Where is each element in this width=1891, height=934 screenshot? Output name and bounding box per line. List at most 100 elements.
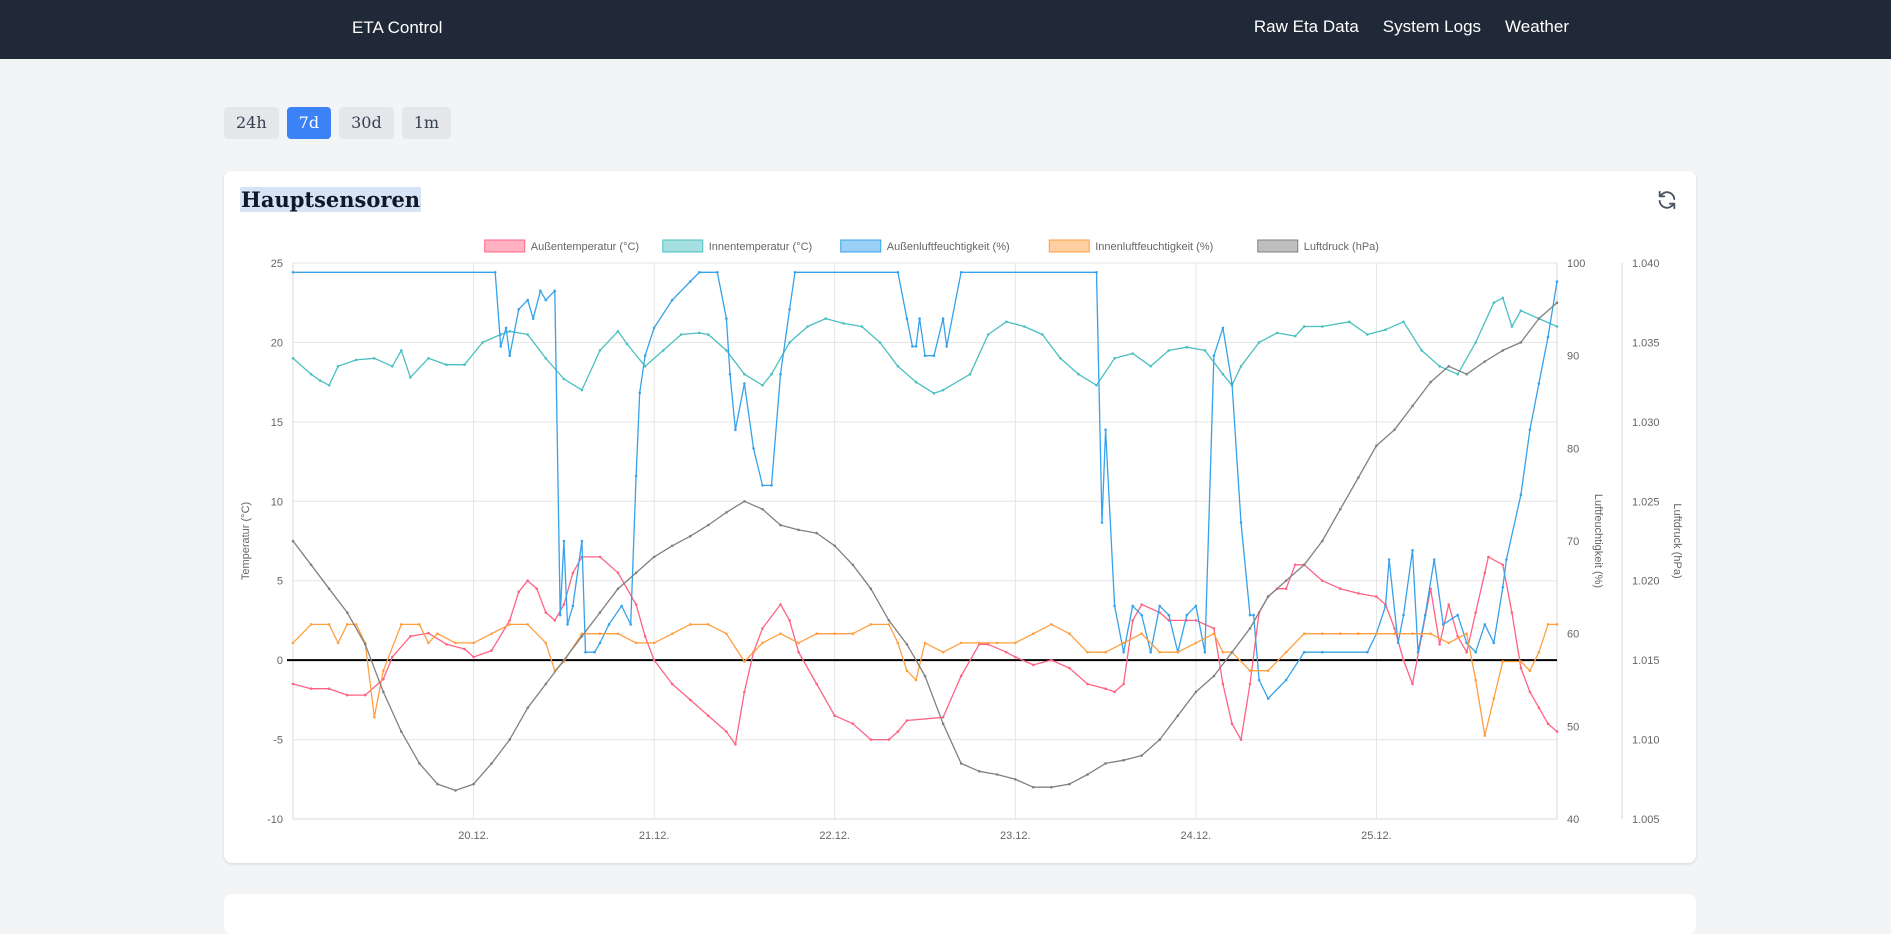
- refresh-icon[interactable]: [1656, 189, 1678, 211]
- data-point: [851, 632, 855, 635]
- data-point: [896, 641, 900, 645]
- nav-link-system-logs[interactable]: System Logs: [1383, 17, 1481, 37]
- data-point: [670, 682, 674, 686]
- data-point: [652, 658, 656, 662]
- data-point: [1465, 372, 1468, 376]
- data-point: [373, 715, 376, 719]
- data-point: [391, 365, 394, 368]
- data-point: [914, 678, 918, 682]
- data-point: [679, 333, 683, 336]
- data-point: [409, 635, 412, 638]
- data-point: [526, 298, 529, 302]
- data-point: [1321, 325, 1324, 328]
- data-point: [1537, 317, 1541, 320]
- data-point: [945, 345, 948, 348]
- data-point: [941, 716, 945, 719]
- data-point: [1432, 558, 1436, 561]
- data-point: [1546, 623, 1550, 626]
- data-point: [562, 658, 566, 662]
- data-point: [1252, 613, 1255, 617]
- x-tick-label: 23.12.: [1000, 830, 1031, 842]
- y-pressure-tick-label: 1.010: [1632, 735, 1660, 747]
- data-point: [327, 384, 331, 387]
- data-point: [869, 587, 873, 590]
- data-point: [1339, 632, 1342, 635]
- data-point: [1212, 674, 1216, 678]
- data-point: [580, 539, 584, 543]
- data-point: [1131, 619, 1134, 622]
- data-point: [1122, 682, 1125, 686]
- data-point: [598, 555, 602, 559]
- data-point: [932, 354, 936, 357]
- data-point: [941, 388, 945, 392]
- y-pressure-tick-label: 1.040: [1632, 258, 1660, 270]
- y-pressure-tick-label: 1.005: [1632, 814, 1660, 826]
- data-point: [382, 669, 385, 672]
- data-point: [1429, 632, 1432, 635]
- data-point: [1005, 320, 1008, 324]
- data-point: [562, 603, 566, 606]
- data-point: [1113, 357, 1116, 360]
- data-point: [1239, 365, 1243, 368]
- data-point: [526, 333, 529, 336]
- data-point: [291, 682, 295, 686]
- data-point: [427, 641, 430, 645]
- range-button-30d[interactable]: 30d: [339, 107, 394, 139]
- data-point: [716, 271, 719, 274]
- data-point: [1032, 632, 1035, 635]
- range-button-7d[interactable]: 7d: [286, 107, 332, 139]
- data-point: [707, 714, 710, 717]
- data-point: [779, 632, 782, 635]
- nav-link-weather[interactable]: Weather: [1505, 17, 1569, 37]
- data-point: [1041, 333, 1044, 336]
- data-point: [584, 650, 587, 654]
- data-point: [797, 650, 800, 654]
- data-point: [1185, 613, 1189, 617]
- data-point: [1510, 611, 1514, 614]
- legend-label: Innenluftfeuchtigkeit (%): [1095, 241, 1213, 253]
- data-point: [797, 641, 800, 645]
- data-point: [544, 641, 548, 645]
- data-point: [689, 534, 692, 538]
- data-point: [959, 271, 963, 274]
- data-point: [1474, 341, 1477, 344]
- data-point: [1447, 365, 1450, 368]
- data-point: [977, 770, 981, 773]
- data-point: [1375, 444, 1378, 448]
- data-point: [436, 782, 439, 786]
- data-point: [1230, 722, 1234, 725]
- data-point: [1528, 428, 1532, 432]
- data-point: [707, 523, 710, 527]
- data-point: [643, 354, 647, 357]
- data-point: [436, 632, 439, 635]
- data-point: [499, 345, 503, 348]
- range-button-1m[interactable]: 1m: [401, 107, 452, 139]
- data-point: [1248, 627, 1252, 630]
- data-point: [634, 641, 638, 645]
- data-point: [634, 571, 638, 575]
- data-point: [1402, 658, 1405, 662]
- data-point: [652, 555, 656, 559]
- data-point: [345, 693, 349, 697]
- data-point: [1387, 558, 1391, 561]
- range-button-24h[interactable]: 24h: [224, 107, 279, 139]
- data-point: [625, 342, 629, 346]
- data-point: [327, 587, 331, 590]
- legend-swatch: [484, 239, 526, 253]
- x-tick-label: 20.12.: [458, 830, 489, 842]
- data-point: [770, 372, 773, 376]
- data-point: [1104, 428, 1107, 432]
- series-line: [293, 271, 1558, 700]
- nav-link-raw-eta-data[interactable]: Raw Eta Data: [1254, 17, 1359, 37]
- data-point: [593, 650, 596, 654]
- data-point: [1086, 773, 1089, 776]
- data-point: [923, 354, 927, 357]
- data-point: [1113, 690, 1116, 694]
- data-point: [544, 298, 548, 302]
- data-point: [833, 714, 836, 717]
- data-point: [1167, 349, 1171, 352]
- data-point: [923, 641, 927, 645]
- data-point: [1474, 650, 1477, 654]
- brand-title[interactable]: ETA Control: [352, 18, 442, 38]
- data-point: [1068, 782, 1071, 786]
